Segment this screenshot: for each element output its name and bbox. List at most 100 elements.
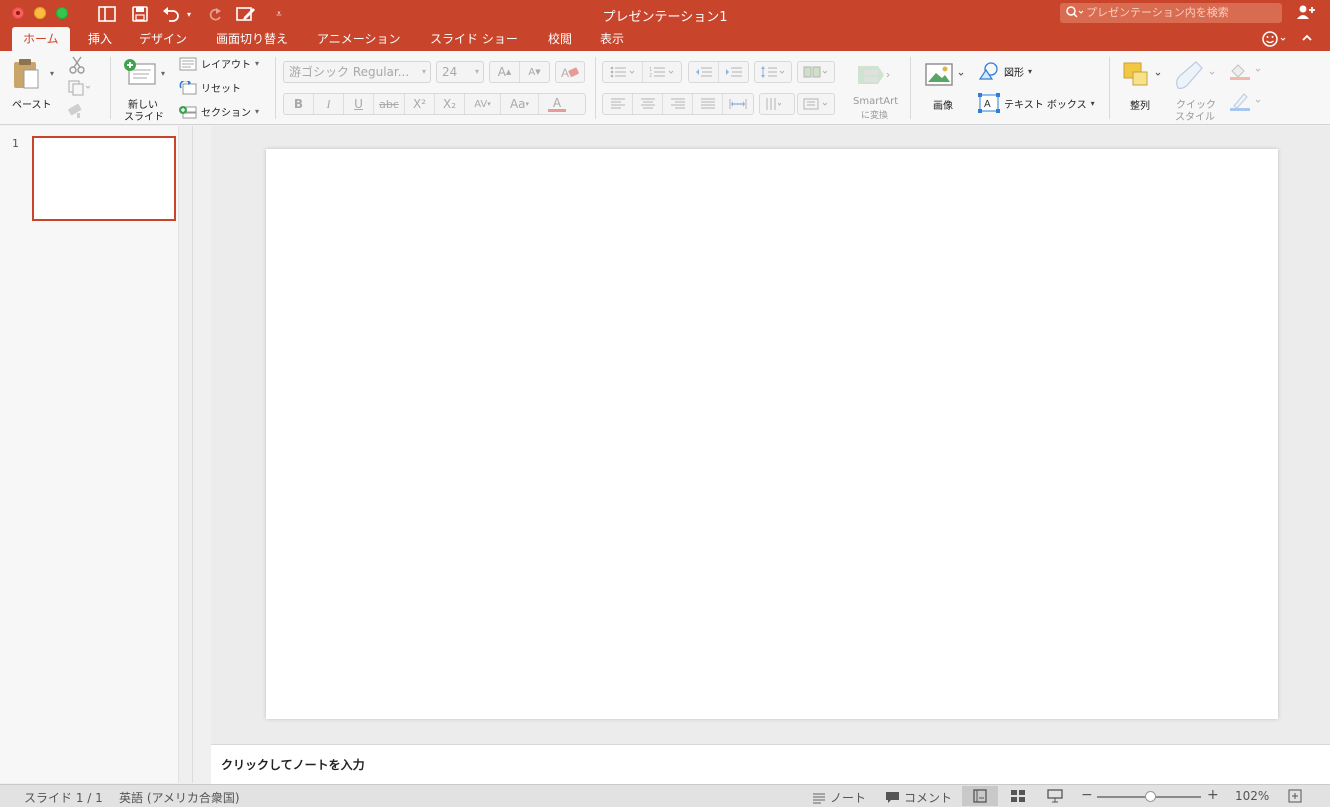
ribbon-separator <box>910 57 911 119</box>
tab-design[interactable]: デザイン <box>139 27 187 51</box>
slideshow-view-button[interactable] <box>1037 786 1073 806</box>
superscript-icon[interactable]: X² <box>405 94 435 114</box>
slideshow-icon <box>1047 789 1063 803</box>
undo-icon[interactable] <box>160 4 182 24</box>
font-color-icon[interactable]: A <box>539 94 575 114</box>
ribbon-separator <box>595 57 596 119</box>
fit-to-window-icon[interactable] <box>1288 789 1302 803</box>
notes-pane[interactable]: クリックしてノートを入力 <box>211 744 1330 784</box>
decrease-font-size-icon[interactable]: A ▼ <box>520 62 549 82</box>
language-status[interactable]: 英語 (アメリカ合衆国) <box>119 789 240 806</box>
zoom-out-button[interactable]: − <box>1081 787 1093 803</box>
notes-toggle-button[interactable]: ノート <box>812 789 866 806</box>
collapse-ribbon-icon[interactable] <box>1301 30 1313 49</box>
textbox-button[interactable]: A テキスト ボックス ▾ <box>978 93 1095 113</box>
comments-toggle-label: コメント <box>904 791 953 805</box>
comments-toggle-button[interactable]: コメント <box>885 789 952 806</box>
slide-sorter-view-button[interactable] <box>1000 786 1036 806</box>
zoom-in-button[interactable]: + <box>1207 787 1219 803</box>
zoom-slider-thumb[interactable] <box>1144 791 1156 802</box>
customize-toolbar-icon[interactable]: ⩡ <box>272 4 286 24</box>
strikethrough-icon[interactable]: abc <box>374 94 405 114</box>
normal-view-icon <box>973 789 987 803</box>
tab-review[interactable]: 校閲 <box>548 27 572 51</box>
slide-canvas[interactable] <box>266 149 1278 719</box>
sidebar-toggle-icon[interactable] <box>96 4 118 24</box>
align-text-button[interactable] <box>797 93 835 115</box>
new-slide-icon[interactable] <box>123 58 157 90</box>
layout-label: レイアウト <box>201 60 251 71</box>
paste-label: ペースト <box>12 100 52 111</box>
shapes-button[interactable]: 図形 ▾ <box>978 62 1032 80</box>
align-left-icon[interactable] <box>603 94 633 114</box>
increase-font-size-icon[interactable]: A ▲ <box>490 62 520 82</box>
close-window-button[interactable] <box>12 7 24 19</box>
tab-slideshow[interactable]: スライド ショー <box>430 27 518 51</box>
font-name-combo[interactable]: 游ゴシック Regular... ▾ <box>283 61 431 83</box>
line-spacing-button[interactable] <box>754 61 792 83</box>
vertical-scrollbar[interactable] <box>1320 126 1330 744</box>
copy-icon[interactable] <box>68 80 91 100</box>
decrease-indent-icon[interactable] <box>689 62 719 82</box>
justify-icon[interactable] <box>693 94 723 114</box>
numbering-icon[interactable]: 12 <box>643 62 681 82</box>
share-user-icon[interactable] <box>1296 4 1316 24</box>
subscript-icon[interactable]: X₂ <box>435 94 465 114</box>
change-case-icon[interactable]: Aa ▾ <box>501 94 539 114</box>
zoom-level[interactable]: 102% <box>1235 789 1269 803</box>
tab-insert[interactable]: 挿入 <box>88 27 112 51</box>
new-slide-dropdown-icon[interactable]: ▾ <box>161 69 165 78</box>
paste-icon[interactable] <box>12 58 42 96</box>
italic-icon[interactable]: I <box>314 94 344 114</box>
clear-formatting-button[interactable]: A <box>555 61 585 83</box>
ribbon-separator <box>275 57 276 119</box>
comment-icon <box>886 792 899 803</box>
picture-icon[interactable] <box>925 63 965 91</box>
smartart-icon[interactable] <box>856 64 890 90</box>
underline-icon[interactable]: U <box>344 94 374 114</box>
tab-home[interactable]: ホーム <box>12 27 70 51</box>
slide-thumbnail[interactable] <box>32 136 176 221</box>
alignment-buttons <box>602 93 754 115</box>
layout-button[interactable]: レイアウト ▾ <box>179 56 259 71</box>
undo-dropdown-icon[interactable]: ▾ <box>183 4 195 24</box>
feedback-smiley-icon[interactable] <box>1262 30 1288 51</box>
status-bar: スライド 1 / 1 英語 (アメリカ合衆国) ノート コメント − + 102… <box>0 784 1330 807</box>
reset-button[interactable]: リセット <box>179 80 241 95</box>
shape-fill-icon[interactable] <box>1228 61 1262 85</box>
character-spacing-icon[interactable]: AV ▾ <box>465 94 501 114</box>
paste-dropdown-icon[interactable]: ▾ <box>50 69 54 78</box>
pane-splitter[interactable] <box>178 126 192 783</box>
arrange-icon[interactable] <box>1123 62 1165 92</box>
format-painter-icon[interactable] <box>68 103 86 123</box>
section-button[interactable]: セクション ▾ <box>179 104 259 119</box>
text-direction-button[interactable] <box>759 93 795 115</box>
font-size-combo[interactable]: 24 ▾ <box>436 61 484 83</box>
indent-buttons <box>688 61 749 83</box>
redo-icon[interactable] <box>204 4 226 24</box>
section-label: セクション <box>201 108 251 119</box>
bold-icon[interactable]: B <box>284 94 314 114</box>
tab-view[interactable]: 表示 <box>600 27 624 51</box>
align-right-icon[interactable] <box>663 94 693 114</box>
list-buttons: 12 <box>602 61 682 83</box>
minimize-window-button[interactable] <box>34 7 46 19</box>
columns-button[interactable] <box>797 61 835 83</box>
svg-text:2: 2 <box>649 73 652 78</box>
maximize-window-button[interactable] <box>56 7 68 19</box>
tab-transitions[interactable]: 画面切り替え <box>216 27 288 51</box>
distribute-icon[interactable] <box>723 94 753 114</box>
save-icon[interactable] <box>129 4 151 24</box>
align-center-icon[interactable] <box>633 94 663 114</box>
tab-animations[interactable]: アニメーション <box>317 27 401 51</box>
quick-style-icon[interactable] <box>1172 60 1218 94</box>
bullets-icon[interactable] <box>603 62 643 82</box>
normal-view-button[interactable] <box>962 786 998 806</box>
textbox-icon: A <box>978 93 1000 113</box>
edit-presentation-icon[interactable] <box>235 4 257 24</box>
shape-outline-icon[interactable] <box>1228 92 1262 116</box>
cut-icon[interactable] <box>68 56 86 78</box>
increase-indent-icon[interactable] <box>719 62 748 82</box>
search-input[interactable]: プレゼンテーション内を検索 <box>1060 3 1282 23</box>
align-text-icon <box>798 94 834 114</box>
